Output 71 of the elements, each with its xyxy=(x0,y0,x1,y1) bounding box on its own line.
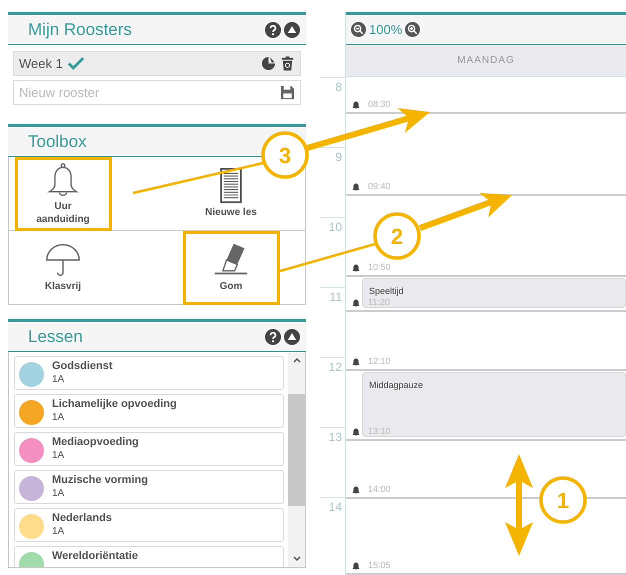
bell-icon xyxy=(352,264,360,272)
tool-item[interactable]: Gom xyxy=(157,231,305,304)
scroll-up-icon[interactable] xyxy=(292,355,302,365)
lesson-card[interactable]: Muzische vorming 1A xyxy=(14,470,284,504)
bell-time: 15:05 xyxy=(368,558,391,571)
umbrella-icon xyxy=(45,242,81,278)
lesson-class: 1A xyxy=(52,450,66,462)
lesson-class: 1A xyxy=(52,412,66,424)
scrollbar[interactable] xyxy=(288,352,305,567)
bell-icon xyxy=(352,428,360,436)
hour-label: 8 xyxy=(335,80,343,94)
block-title: Speeltijd xyxy=(369,286,404,296)
zoom-in-icon[interactable] xyxy=(405,22,420,37)
hour-label: 10 xyxy=(328,220,343,234)
lesson-name: Muzische vorming xyxy=(52,473,148,488)
lesson-name: Nederlands xyxy=(52,511,112,526)
bell-time: 08:30 xyxy=(368,98,391,110)
lesson-class: 1A xyxy=(52,374,66,386)
lesson-class: 1A xyxy=(52,488,66,500)
lesson-class: 1A xyxy=(52,526,66,538)
tool-label: Gom xyxy=(218,280,244,293)
bell-icon xyxy=(352,101,360,109)
new-schedule-field[interactable]: Nieuw rooster xyxy=(13,80,301,105)
panel-title: Lessen xyxy=(28,326,84,346)
tool-label: Klasvrij xyxy=(44,280,82,293)
lesson-name: Wereldoriëntatie xyxy=(52,549,138,564)
bell-time: 09:40 xyxy=(368,180,391,192)
step-callout: 1 xyxy=(539,476,587,524)
check-icon xyxy=(66,56,85,71)
step-callout: 2 xyxy=(373,212,421,260)
bell-icon xyxy=(45,162,81,198)
panel-title: Toolbox xyxy=(28,132,88,152)
bell-icon xyxy=(352,486,360,494)
trash-icon[interactable] xyxy=(280,56,295,71)
lesson-card[interactable]: Mediaopvoeding 1A xyxy=(14,432,284,466)
lesson-card[interactable]: Lichamelijke opvoeding 1A xyxy=(14,394,284,428)
bell-icon xyxy=(352,299,360,308)
collapse-icon[interactable] xyxy=(284,22,300,38)
help-icon[interactable] xyxy=(265,22,281,38)
lesson-card[interactable]: Wereldoriëntatie xyxy=(14,546,284,567)
bell-icon xyxy=(352,562,360,570)
lesson-card[interactable]: Nederlands 1A xyxy=(14,508,284,542)
hour-label: 13 xyxy=(328,430,343,444)
help-icon[interactable] xyxy=(265,328,281,344)
lesson-card[interactable]: Godsdienst 1A xyxy=(14,356,284,390)
block-title: Middagpauze xyxy=(369,380,424,390)
bell-icon xyxy=(352,182,360,191)
zoom-level: 100% xyxy=(369,22,402,37)
hour-label: 14 xyxy=(328,500,343,514)
collapse-icon[interactable] xyxy=(284,328,300,344)
tool-label: Nieuwe les xyxy=(204,206,258,219)
bell-icon xyxy=(352,358,360,366)
tool-label: Uur aanduiding xyxy=(35,200,91,226)
tool-item[interactable]: Klasvrij xyxy=(9,231,157,304)
hour-label: 12 xyxy=(328,360,343,374)
step-callout: 3 xyxy=(261,131,309,179)
tool-item[interactable]: Uur aanduiding xyxy=(9,157,157,231)
zoom-out-icon[interactable] xyxy=(351,22,366,37)
bell-time: 10:50 xyxy=(368,261,391,274)
hour-label: 9 xyxy=(335,150,343,164)
bell-time: 12:10 xyxy=(368,354,391,367)
bell-time: 14:00 xyxy=(368,483,391,495)
schedule-item[interactable]: Week 1 xyxy=(13,51,301,76)
panel-title: Mijn Roosters xyxy=(28,20,133,40)
scroll-down-icon[interactable] xyxy=(292,554,302,564)
save-icon[interactable] xyxy=(280,85,295,100)
day-header: MAANDAG xyxy=(346,45,626,77)
hour-label: 11 xyxy=(330,290,343,304)
lesson-name: Mediaopvoeding xyxy=(52,435,139,450)
lesson-name: Godsdienst xyxy=(52,359,113,374)
lesson-name: Lichamelijke opvoeding xyxy=(52,397,177,412)
